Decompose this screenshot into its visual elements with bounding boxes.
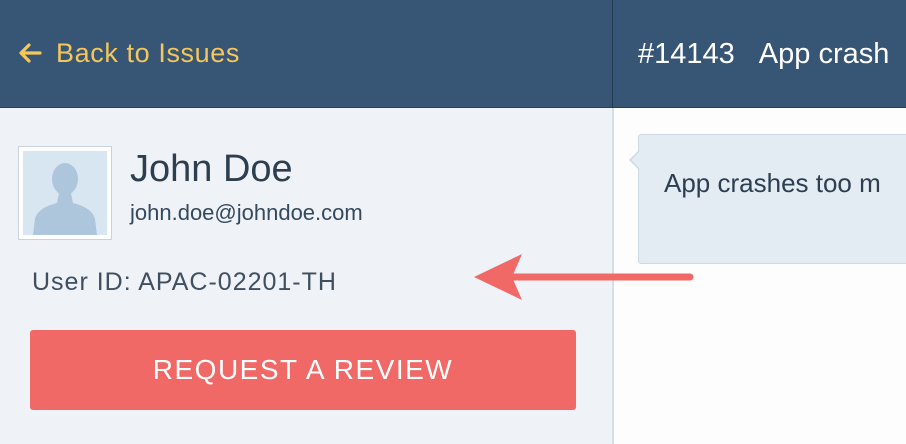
user-name: John Doe: [130, 148, 293, 190]
user-silhouette-icon: [33, 163, 97, 235]
header-divider: [612, 0, 613, 108]
arrow-left-icon: [19, 43, 42, 63]
back-to-issues-label: Back to Issues: [56, 37, 240, 68]
request-review-button[interactable]: REQUEST A REVIEW: [30, 330, 576, 410]
request-review-label: REQUEST A REVIEW: [152, 354, 454, 385]
issue-message-card: [638, 134, 906, 264]
user-email: john.doe@johndoe.com: [130, 200, 363, 225]
issue-message-text: App crashes too m: [664, 168, 881, 198]
message-tail-inner: [631, 151, 640, 169]
avatar-placeholder: [23, 151, 107, 235]
issue-title: #14143 App crash: [638, 36, 889, 72]
issue-title-text: App crash: [758, 37, 890, 70]
user-id: User ID: APAC-02201-TH: [32, 268, 337, 296]
issue-number: #14143: [638, 37, 735, 70]
avatar: [18, 146, 112, 240]
back-to-issues-link[interactable]: Back to Issues: [18, 36, 240, 70]
